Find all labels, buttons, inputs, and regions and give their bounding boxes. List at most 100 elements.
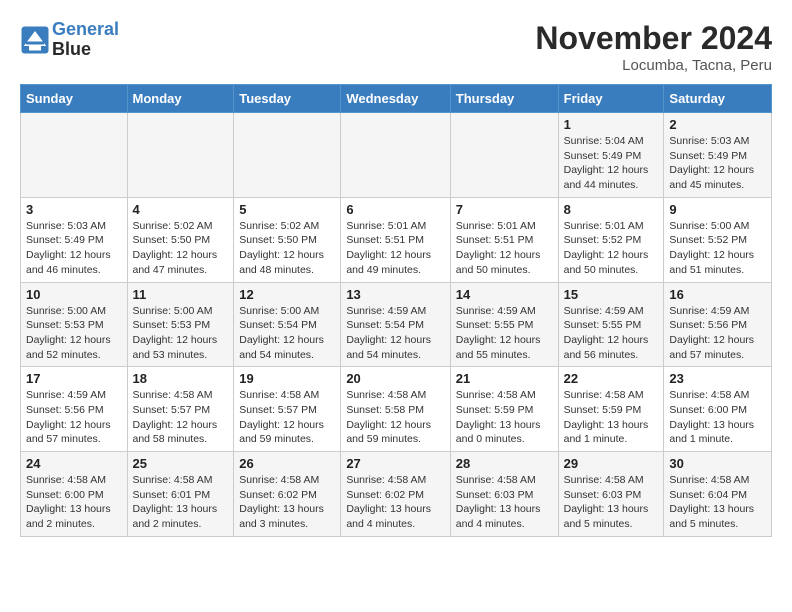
- calendar-cell: 29 Sunrise: 4:58 AM Sunset: 6:03 PM Dayli…: [558, 452, 664, 537]
- day-info: Sunrise: 4:58 AM Sunset: 6:01 PM Dayligh…: [133, 473, 229, 532]
- calendar-cell: 9Sunrise: 5:00 AM Sunset: 5:52 PM Daylig…: [664, 197, 772, 282]
- day-info: Sunrise: 5:02 AM Sunset: 5:50 PM Dayligh…: [133, 219, 229, 278]
- calendar-cell: 21 Sunrise: 4:58 AM Sunset: 5:59 PM Dayli…: [450, 367, 558, 452]
- day-info: Sunrise: 4:58 AM Sunset: 5:58 PM Dayligh…: [346, 388, 444, 447]
- day-number: 28: [456, 456, 553, 471]
- day-info: Sunrise: 4:58 AM Sunset: 6:03 PM Dayligh…: [564, 473, 659, 532]
- page-header: General Blue November 2024 Locumba, Tacn…: [20, 20, 772, 74]
- day-number: 27: [346, 456, 444, 471]
- calendar-cell: [127, 113, 234, 198]
- month-title: November 2024: [535, 20, 772, 57]
- day-number: 15: [564, 287, 659, 302]
- day-number: 21: [456, 371, 553, 386]
- day-info: Sunrise: 4:58 AM Sunset: 5:57 PM Dayligh…: [133, 388, 229, 447]
- location: Locumba, Tacna, Peru: [535, 57, 772, 74]
- calendar-cell: 20 Sunrise: 4:58 AM Sunset: 5:58 PM Dayli…: [341, 367, 450, 452]
- calendar-cell: 22 Sunrise: 4:58 AM Sunset: 5:59 PM Dayli…: [558, 367, 664, 452]
- day-number: 16: [669, 287, 766, 302]
- day-number: 3: [26, 202, 122, 217]
- day-number: 6: [346, 202, 444, 217]
- weekday-header: Tuesday: [234, 85, 341, 113]
- calendar-cell: 18Sunrise: 4:58 AM Sunset: 5:57 PM Dayli…: [127, 367, 234, 452]
- calendar-cell: 28 Sunrise: 4:58 AM Sunset: 6:03 PM Dayli…: [450, 452, 558, 537]
- calendar-cell: [341, 113, 450, 198]
- calendar-cell: 8 Sunrise: 5:01 AM Sunset: 5:52 PM Daylig…: [558, 197, 664, 282]
- day-info: Sunrise: 5:00 AM Sunset: 5:53 PM Dayligh…: [26, 304, 122, 363]
- calendar-cell: [21, 113, 128, 198]
- calendar-table: SundayMondayTuesdayWednesdayThursdayFrid…: [20, 84, 772, 537]
- calendar-cell: 24 Sunrise: 4:58 AM Sunset: 6:00 PM Dayli…: [21, 452, 128, 537]
- day-info: Sunrise: 4:58 AM Sunset: 6:02 PM Dayligh…: [239, 473, 335, 532]
- day-number: 11: [133, 287, 229, 302]
- day-number: 22: [564, 371, 659, 386]
- calendar-week-row: 1Sunrise: 5:04 AM Sunset: 5:49 PM Daylig…: [21, 113, 772, 198]
- day-number: 29: [564, 456, 659, 471]
- day-info: Sunrise: 4:58 AM Sunset: 5:57 PM Dayligh…: [239, 388, 335, 447]
- logo: General Blue: [20, 20, 119, 60]
- logo-line1: General: [52, 19, 119, 39]
- calendar-cell: 1Sunrise: 5:04 AM Sunset: 5:49 PM Daylig…: [558, 113, 664, 198]
- day-info: Sunrise: 4:58 AM Sunset: 6:02 PM Dayligh…: [346, 473, 444, 532]
- day-number: 2: [669, 117, 766, 132]
- day-info: Sunrise: 4:58 AM Sunset: 5:59 PM Dayligh…: [456, 388, 553, 447]
- day-number: 8: [564, 202, 659, 217]
- calendar-week-row: 3 Sunrise: 5:03 AM Sunset: 5:49 PM Daylig…: [21, 197, 772, 282]
- calendar-cell: 26 Sunrise: 4:58 AM Sunset: 6:02 PM Dayli…: [234, 452, 341, 537]
- day-info: Sunrise: 4:58 AM Sunset: 6:03 PM Dayligh…: [456, 473, 553, 532]
- calendar-cell: 25 Sunrise: 4:58 AM Sunset: 6:01 PM Dayli…: [127, 452, 234, 537]
- logo-icon: [20, 25, 50, 55]
- calendar-cell: 30Sunrise: 4:58 AM Sunset: 6:04 PM Dayli…: [664, 452, 772, 537]
- day-info: Sunrise: 5:01 AM Sunset: 5:51 PM Dayligh…: [346, 219, 444, 278]
- day-number: 7: [456, 202, 553, 217]
- day-number: 9: [669, 202, 766, 217]
- day-info: Sunrise: 4:59 AM Sunset: 5:56 PM Dayligh…: [669, 304, 766, 363]
- day-info: Sunrise: 5:01 AM Sunset: 5:52 PM Dayligh…: [564, 219, 659, 278]
- calendar-cell: 5Sunrise: 5:02 AM Sunset: 5:50 PM Daylig…: [234, 197, 341, 282]
- day-info: Sunrise: 5:01 AM Sunset: 5:51 PM Dayligh…: [456, 219, 553, 278]
- logo-line2: Blue: [52, 39, 91, 59]
- day-number: 10: [26, 287, 122, 302]
- day-number: 24: [26, 456, 122, 471]
- calendar-week-row: 17 Sunrise: 4:59 AM Sunset: 5:56 PM Dayli…: [21, 367, 772, 452]
- calendar-week-row: 24 Sunrise: 4:58 AM Sunset: 6:00 PM Dayli…: [21, 452, 772, 537]
- calendar-cell: 13Sunrise: 4:59 AM Sunset: 5:54 PM Dayli…: [341, 282, 450, 367]
- calendar-cell: 23Sunrise: 4:58 AM Sunset: 6:00 PM Dayli…: [664, 367, 772, 452]
- day-info: Sunrise: 4:58 AM Sunset: 6:04 PM Dayligh…: [669, 473, 766, 532]
- calendar-cell: [450, 113, 558, 198]
- calendar-cell: 10 Sunrise: 5:00 AM Sunset: 5:53 PM Dayli…: [21, 282, 128, 367]
- title-block: November 2024 Locumba, Tacna, Peru: [535, 20, 772, 74]
- calendar-cell: 7 Sunrise: 5:01 AM Sunset: 5:51 PM Daylig…: [450, 197, 558, 282]
- calendar-cell: 16 Sunrise: 4:59 AM Sunset: 5:56 PM Dayli…: [664, 282, 772, 367]
- calendar-cell: 6 Sunrise: 5:01 AM Sunset: 5:51 PM Daylig…: [341, 197, 450, 282]
- weekday-header: Wednesday: [341, 85, 450, 113]
- calendar-cell: 17 Sunrise: 4:59 AM Sunset: 5:56 PM Dayli…: [21, 367, 128, 452]
- calendar-cell: 3 Sunrise: 5:03 AM Sunset: 5:49 PM Daylig…: [21, 197, 128, 282]
- calendar-cell: 27 Sunrise: 4:58 AM Sunset: 6:02 PM Dayli…: [341, 452, 450, 537]
- calendar-cell: 14 Sunrise: 4:59 AM Sunset: 5:55 PM Dayli…: [450, 282, 558, 367]
- calendar-cell: [234, 113, 341, 198]
- day-info: Sunrise: 4:59 AM Sunset: 5:55 PM Dayligh…: [456, 304, 553, 363]
- weekday-header: Thursday: [450, 85, 558, 113]
- calendar-cell: 11 Sunrise: 5:00 AM Sunset: 5:53 PM Dayli…: [127, 282, 234, 367]
- calendar-cell: 12Sunrise: 5:00 AM Sunset: 5:54 PM Dayli…: [234, 282, 341, 367]
- day-info: Sunrise: 5:03 AM Sunset: 5:49 PM Dayligh…: [26, 219, 122, 278]
- day-number: 25: [133, 456, 229, 471]
- day-info: Sunrise: 5:04 AM Sunset: 5:49 PM Dayligh…: [564, 134, 659, 193]
- day-number: 14: [456, 287, 553, 302]
- calendar-cell: 19 Sunrise: 4:58 AM Sunset: 5:57 PM Dayli…: [234, 367, 341, 452]
- day-info: Sunrise: 4:58 AM Sunset: 5:59 PM Dayligh…: [564, 388, 659, 447]
- day-number: 19: [239, 371, 335, 386]
- day-number: 5: [239, 202, 335, 217]
- day-number: 17: [26, 371, 122, 386]
- calendar-cell: 2Sunrise: 5:03 AM Sunset: 5:49 PM Daylig…: [664, 113, 772, 198]
- weekday-header: Monday: [127, 85, 234, 113]
- day-info: Sunrise: 5:00 AM Sunset: 5:53 PM Dayligh…: [133, 304, 229, 363]
- day-number: 23: [669, 371, 766, 386]
- calendar-cell: 4Sunrise: 5:02 AM Sunset: 5:50 PM Daylig…: [127, 197, 234, 282]
- weekday-header: Saturday: [664, 85, 772, 113]
- day-info: Sunrise: 4:59 AM Sunset: 5:54 PM Dayligh…: [346, 304, 444, 363]
- day-number: 20: [346, 371, 444, 386]
- day-info: Sunrise: 4:59 AM Sunset: 5:56 PM Dayligh…: [26, 388, 122, 447]
- day-number: 26: [239, 456, 335, 471]
- day-info: Sunrise: 4:58 AM Sunset: 6:00 PM Dayligh…: [26, 473, 122, 532]
